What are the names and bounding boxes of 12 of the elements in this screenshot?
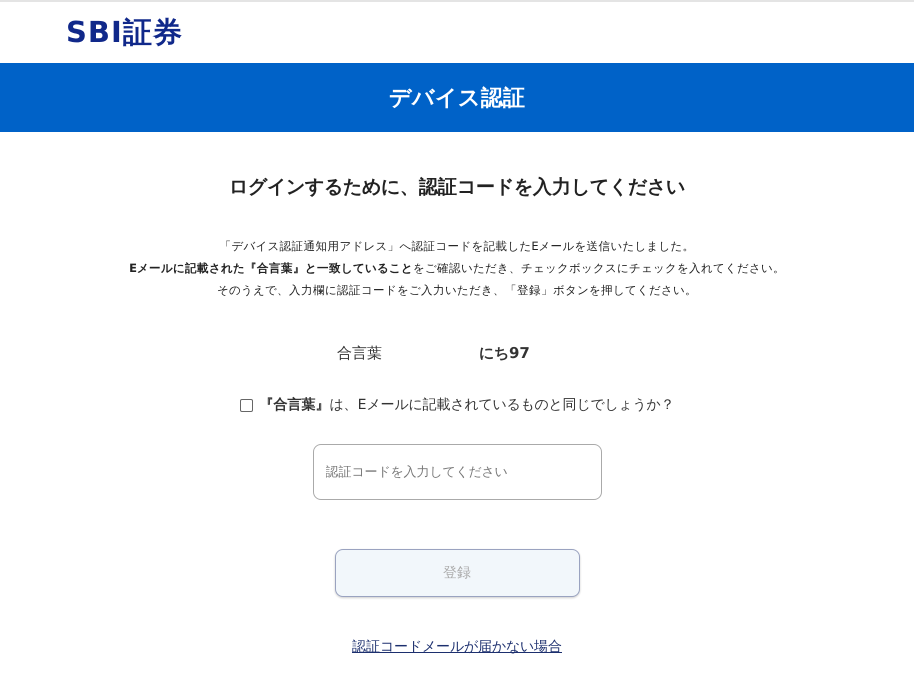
page-title: デバイス認証 (389, 84, 525, 112)
confirm-checkbox[interactable] (240, 398, 253, 412)
page-heading: ログインするために、認証コードを入力してください (229, 175, 685, 200)
passphrase-label: 合言葉 (336, 344, 383, 363)
help-link[interactable]: 認証コードメールが届かない場合 (352, 638, 562, 656)
confirm-label: 『合言葉』は、Eメールに記載されているものと同じでしょうか？ (260, 396, 674, 414)
code-input-field[interactable]: 認証コードを入力してください (312, 444, 602, 500)
instruction-text: 「デバイス認証通知用アドレス」へ認証コードを記載したEメールを送信いたしました。 (219, 238, 695, 255)
instruction-text: そのうえで、入力欄に認証コードをご入力いただき、「登録」ボタンを押してください。 (216, 282, 697, 299)
instruction-text: Eメールに記載された『合言葉』と一致していることをご確認いただき、チェックボックスにチェックを入れてください。 (129, 260, 785, 277)
logo: SBI証券 (66, 14, 183, 50)
passphrase-value: にち97 (479, 344, 531, 363)
